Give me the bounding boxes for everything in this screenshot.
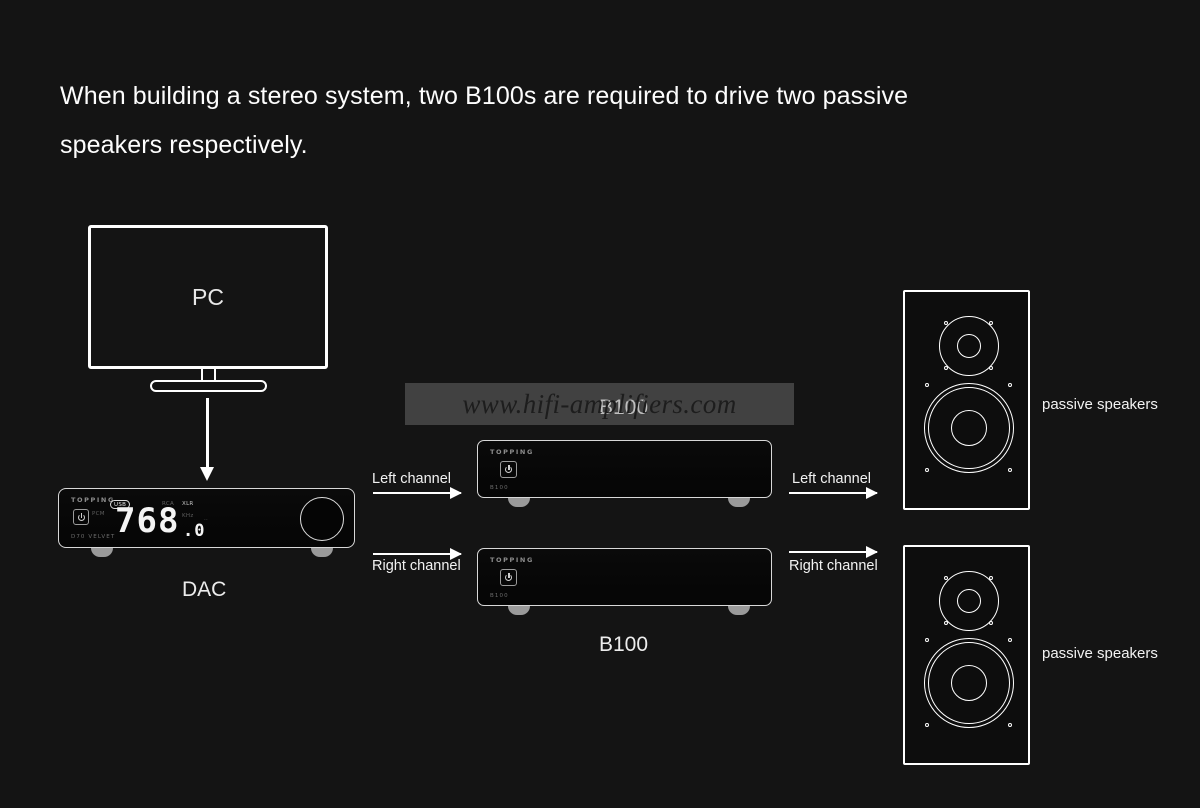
speaker-1-woofer-screw-bl (925, 468, 929, 472)
amplifier-2-device: TOPPING B100 (477, 548, 772, 615)
speaker-2-woofer-dustcap (950, 664, 987, 701)
arrow-pc-to-dac (200, 398, 214, 481)
dac-model-label: D70 VELVET (71, 534, 116, 540)
speaker-1-woofer-screw-tl (925, 383, 929, 387)
amp-1-model-label: B100 (490, 485, 509, 491)
amp-2-foot-left (508, 606, 530, 615)
speaker-2-tweeter-screw-tr (989, 576, 993, 580)
dac-sample-rate-value: 768 (115, 501, 180, 541)
label-dac-to-amp-left: Left channel (372, 471, 452, 487)
dac-indicator-khz: KHz (182, 513, 194, 519)
arrow-amp-to-speaker-left (789, 487, 878, 499)
power-icon (77, 512, 85, 521)
passive-speaker-2 (903, 545, 1030, 765)
speaker-2-tweeter-screw-tl (944, 576, 948, 580)
amp-1-foot-left (508, 498, 530, 507)
page-title: When building a stereo system, two B100s… (60, 82, 909, 159)
dac-indicator-pcm: PCM (92, 511, 105, 517)
site-watermark: www.hifi-amplifiers.com (405, 383, 794, 425)
dac-caption: DAC (182, 578, 227, 601)
speaker-1-woofer-dustcap (950, 409, 987, 446)
pc-monitor: PC (88, 225, 328, 369)
speaker-1-tweeter-dome (956, 333, 981, 358)
arrow-amp-to-speaker-right (789, 546, 878, 558)
amplifier-1-device: TOPPING B100 (477, 440, 772, 507)
speaker-1-woofer-screw-tr (1008, 383, 1012, 387)
amp-2-brand-logo: TOPPING (490, 556, 534, 564)
speaker-2-tweeter-dome (956, 588, 981, 613)
label-dac-to-amp-right: Right channel (372, 558, 461, 574)
speaker-1-woofer-screw-br (1008, 468, 1012, 472)
speaker-1-tweeter-screw-br (989, 366, 993, 370)
amplifier-1-power-button[interactable] (500, 461, 517, 478)
monitor-base (150, 380, 267, 392)
amp-1-foot-right (728, 498, 750, 507)
power-icon (505, 465, 512, 473)
diagram-canvas: When building a stereo system, two B100s… (0, 0, 1200, 808)
speaker-1-tweeter-screw-tr (989, 321, 993, 325)
watermark-text: www.hifi-amplifiers.com (462, 388, 737, 419)
speaker-2-tweeter-screw-bl (944, 621, 948, 625)
dac-foot-left (91, 548, 113, 557)
volume-knob[interactable] (300, 497, 344, 541)
speaker-1-tweeter-screw-tl (944, 321, 948, 325)
label-amp-to-speaker-right: Right channel (789, 558, 878, 574)
dac-device: TOPPING D70 VELVET PCM USB RCA XLR KHz .… (58, 488, 355, 557)
speaker-2-woofer-screw-tl (925, 638, 929, 642)
speaker-2-woofer-screw-br (1008, 723, 1012, 727)
dac-foot-right (311, 548, 333, 557)
power-icon (505, 573, 512, 581)
arrow-dac-to-amp-left (373, 487, 462, 499)
pc-screen-label: PC (192, 283, 224, 310)
amplifier-2-power-button[interactable] (500, 569, 517, 586)
arrow-dac-to-amp-right (373, 548, 462, 560)
passive-speaker-1-label: passive speakers (1042, 396, 1158, 413)
dac-power-button[interactable] (73, 509, 89, 525)
speaker-2-tweeter-screw-br (989, 621, 993, 625)
speaker-2-woofer-screw-tr (1008, 638, 1012, 642)
amp-1-brand-logo: TOPPING (490, 448, 534, 456)
dac-indicator-xlr: XLR (182, 501, 194, 507)
amplifier-2-caption: B100 (599, 633, 649, 656)
dac-brand-logo: TOPPING (71, 496, 115, 504)
speaker-1-tweeter-screw-bl (944, 366, 948, 370)
label-amp-to-speaker-left: Left channel (792, 471, 872, 487)
amp-2-foot-right (728, 606, 750, 615)
passive-speaker-2-label: passive speakers (1042, 645, 1158, 662)
passive-speaker-1 (903, 290, 1030, 510)
amp-2-model-label: B100 (490, 593, 509, 599)
dac-sample-rate-decimal: .0 (183, 521, 206, 541)
speaker-2-woofer-screw-bl (925, 723, 929, 727)
